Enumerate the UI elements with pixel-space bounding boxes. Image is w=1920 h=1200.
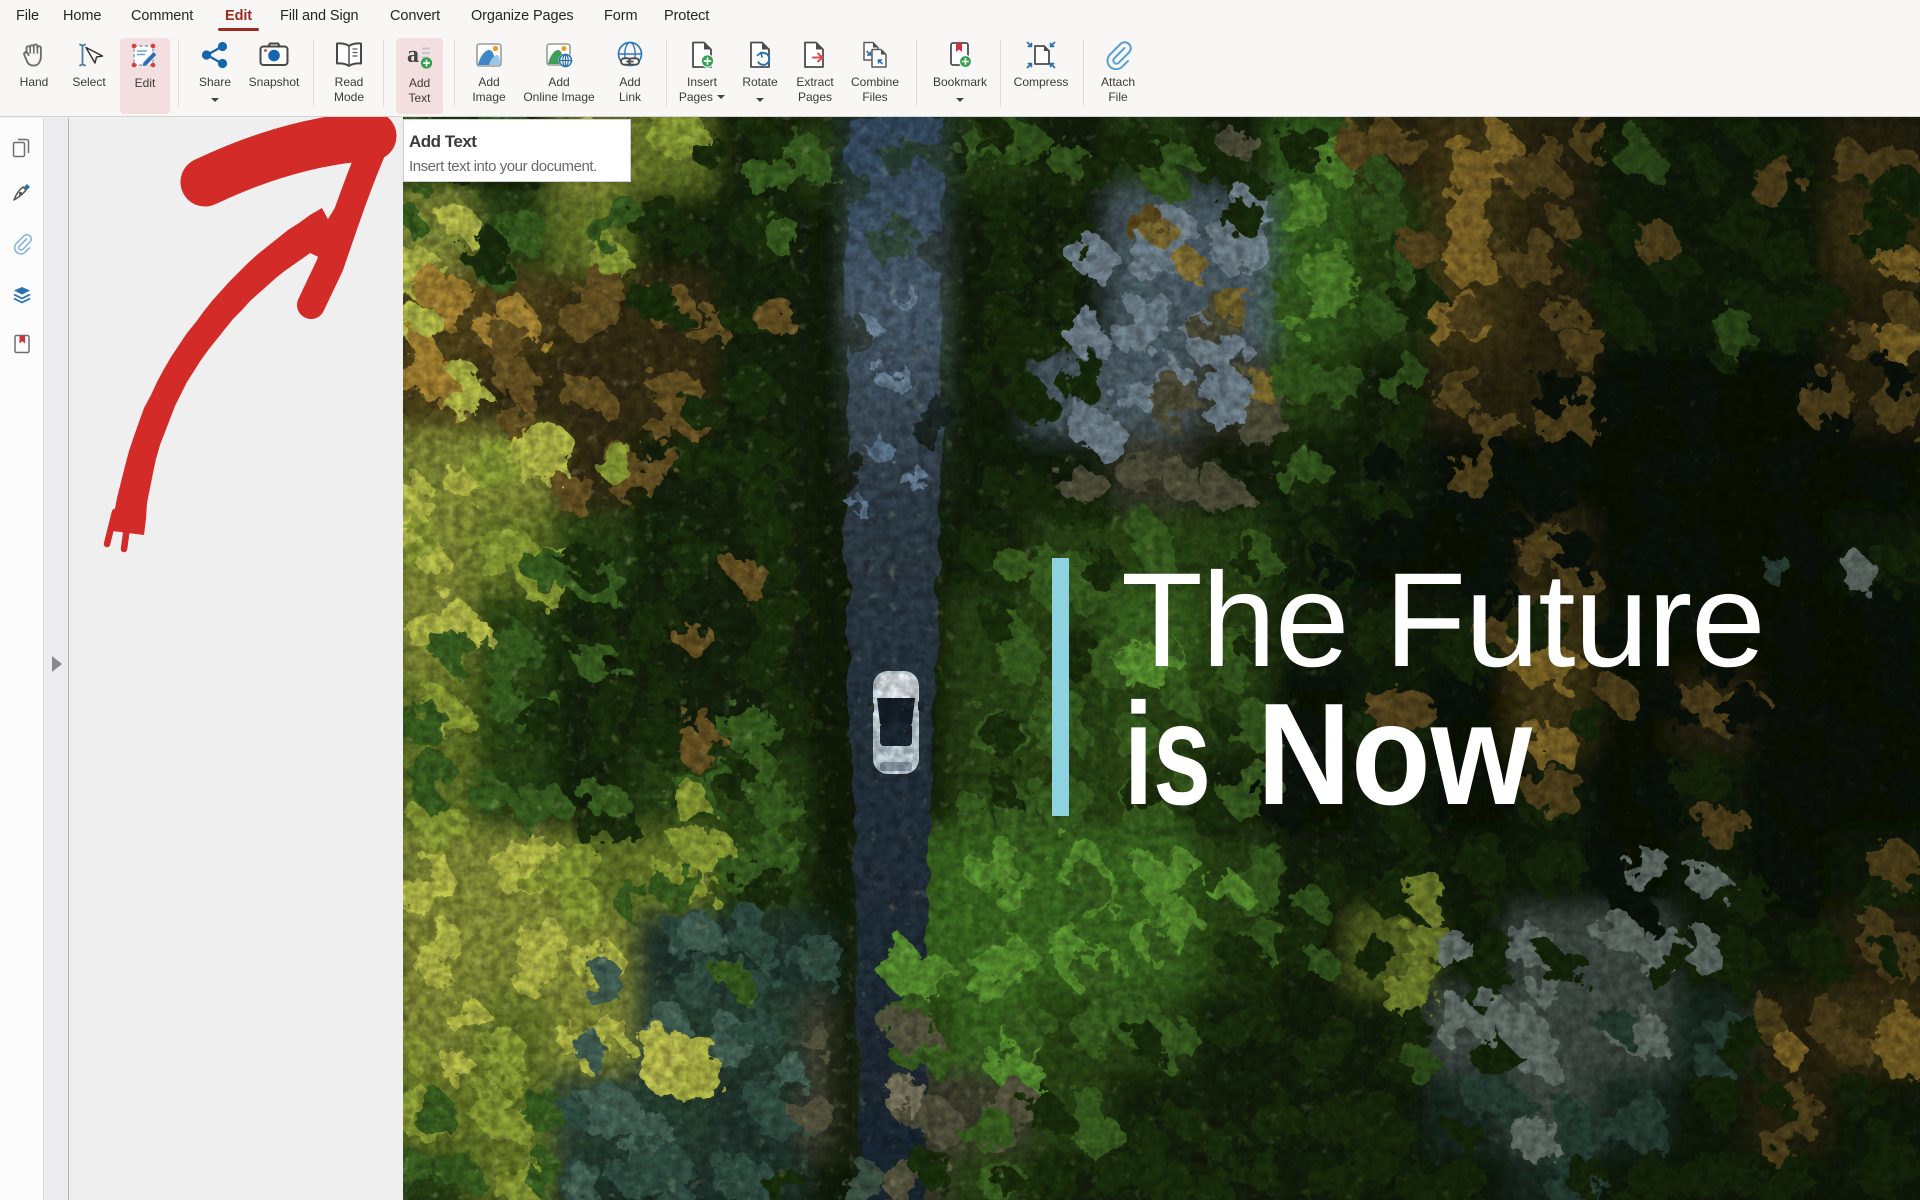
svg-text:is: is: [1124, 673, 1211, 830]
svg-text:a: a: [407, 42, 419, 68]
svg-text:Now: Now: [1257, 673, 1533, 830]
